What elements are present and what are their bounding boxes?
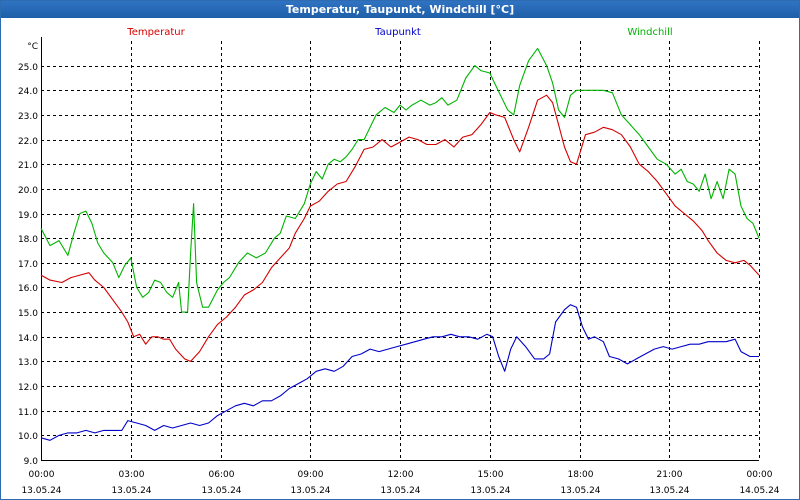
- y-tick-label: 12.0: [18, 383, 38, 393]
- y-tick-label: 17.0: [18, 260, 38, 270]
- x-tick-date: 13.05.24: [649, 486, 689, 496]
- x-tick-date: 14.05.24: [739, 486, 779, 496]
- x-tick-time: 06:00: [209, 470, 235, 480]
- chart-window: Temperatur, Taupunkt, Windchill [°C] 9.0…: [0, 0, 800, 500]
- grid-layer: [41, 41, 760, 461]
- legend-entry-windchill: Windchill: [627, 27, 672, 38]
- y-tick-label: 19.0: [18, 211, 38, 221]
- y-tick-label: 9.0: [24, 457, 39, 467]
- legend-entry-taupunkt: Taupunkt: [374, 27, 421, 38]
- x-tick-date: 13.05.24: [470, 486, 510, 496]
- y-tick-label: 21.0: [18, 161, 38, 171]
- legend-entry-temperatur: Temperatur: [126, 27, 185, 38]
- y-tick-label: 10.0: [18, 432, 38, 442]
- y-tick-label: 14.0: [18, 334, 38, 344]
- x-tick-date: 13.05.24: [111, 486, 151, 496]
- legend: Temperatur Taupunkt Windchill: [126, 27, 672, 38]
- x-tick-time: 12:00: [388, 470, 414, 480]
- y-tick-label: 23.0: [18, 112, 38, 122]
- x-tick-time: 09:00: [298, 470, 324, 480]
- y-tick-label: 13.0: [18, 358, 38, 368]
- y-tick-label: 20.0: [18, 186, 38, 196]
- x-tick-date: 13.05.24: [290, 486, 330, 496]
- y-tick-label: 16.0: [18, 284, 38, 294]
- x-tick-time: 00:00: [29, 470, 55, 480]
- y-tick-label: 18.0: [18, 235, 38, 245]
- y-tick-label: 11.0: [18, 408, 38, 418]
- y-tick-label: 25.0: [18, 63, 38, 73]
- x-tick-date: 13.05.24: [201, 486, 241, 496]
- y-tick-label: 22.0: [18, 137, 38, 147]
- line-chart: 9.0 10.0 11.0 12.0 13.0 14.0 15.0 16.0 17.0 18.0 1…: [18, 27, 780, 496]
- x-tick-time: 15:00: [478, 470, 504, 480]
- x-tick-time: 03:00: [119, 470, 145, 480]
- x-tick-date: 13.05.24: [560, 486, 600, 496]
- y-tick-label: 24.0: [18, 87, 38, 97]
- x-tick-time: 00:00: [747, 470, 773, 480]
- y-tick-label: 15.0: [18, 309, 38, 319]
- x-tick-date: 13.05.24: [21, 486, 61, 496]
- x-tick-date: 13.05.24: [380, 486, 420, 496]
- x-tick-time: 18:00: [568, 470, 594, 480]
- y-axis-unit: °C: [27, 42, 38, 52]
- x-tick-time: 21:00: [657, 470, 683, 480]
